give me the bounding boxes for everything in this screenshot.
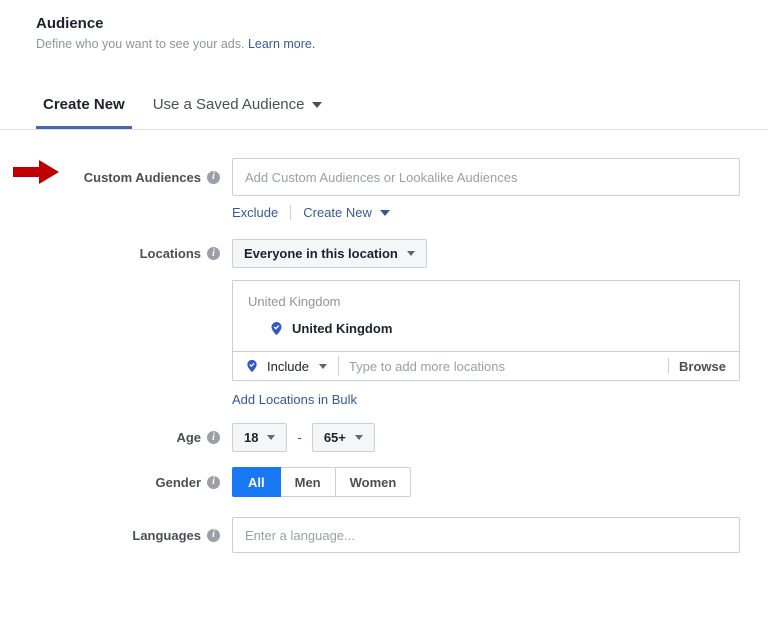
- age-min-dropdown[interactable]: 18: [232, 423, 287, 452]
- info-icon[interactable]: [207, 431, 220, 444]
- tab-use-saved-audience[interactable]: Use a Saved Audience: [153, 96, 323, 129]
- languages-row: Languages: [0, 517, 768, 553]
- location-mode-dropdown[interactable]: Everyone in this location: [232, 239, 427, 268]
- custom-audiences-label: Custom Audiences: [84, 170, 201, 185]
- map-pin-icon: [269, 321, 284, 336]
- locations-box: United Kingdom United Kingdom Include Br…: [232, 280, 740, 381]
- link-divider: [290, 205, 291, 220]
- locations-row: Locations Everyone in this location: [0, 239, 768, 268]
- include-dropdown-label[interactable]: Include: [267, 359, 309, 374]
- age-max-value: 65+: [324, 430, 346, 445]
- languages-label: Languages: [132, 528, 201, 543]
- audience-section: Audience Define who you want to see your…: [0, 0, 768, 618]
- gender-segmented-control: All Men Women: [232, 467, 411, 497]
- chevron-down-icon: [312, 102, 322, 108]
- subtitle-text: Define who you want to see your ads.: [36, 37, 244, 51]
- browse-button[interactable]: Browse: [679, 359, 729, 374]
- info-icon[interactable]: [207, 529, 220, 542]
- page-subtitle: Define who you want to see your ads. Lea…: [36, 37, 768, 51]
- age-row: Age 18 - 65+: [0, 423, 768, 452]
- age-range-separator: -: [297, 430, 301, 445]
- page-title: Audience: [36, 15, 768, 32]
- section-header: Audience Define who you want to see your…: [0, 0, 768, 51]
- info-icon[interactable]: [207, 171, 220, 184]
- age-label: Age: [176, 430, 201, 445]
- languages-label-cell: Languages: [0, 528, 232, 543]
- selected-location-item[interactable]: United Kingdom: [248, 321, 724, 336]
- tab-create-new[interactable]: Create New: [36, 96, 132, 129]
- tab-use-saved-label: Use a Saved Audience: [153, 96, 305, 113]
- selected-locations-area: United Kingdom United Kingdom: [233, 281, 739, 351]
- custom-audiences-links: Exclude Create New: [232, 205, 768, 220]
- location-include-row: Include Browse: [233, 351, 739, 380]
- create-new-link[interactable]: Create New: [303, 205, 372, 220]
- gender-option-men[interactable]: Men: [280, 467, 336, 497]
- custom-audiences-row: Custom Audiences: [0, 158, 768, 196]
- chevron-down-icon: [380, 210, 390, 216]
- chevron-down-icon: [355, 435, 363, 440]
- red-arrow-icon: [13, 160, 59, 184]
- region-header: United Kingdom: [248, 294, 724, 309]
- chevron-down-icon: [267, 435, 275, 440]
- bulk-locations-row: Add Locations in Bulk: [232, 392, 768, 407]
- info-icon[interactable]: [207, 247, 220, 260]
- languages-input[interactable]: [232, 517, 740, 553]
- audience-tabs: Create New Use a Saved Audience: [36, 96, 768, 129]
- gender-label-cell: Gender: [0, 475, 232, 490]
- add-location-input[interactable]: [339, 353, 668, 379]
- exclude-link[interactable]: Exclude: [232, 205, 278, 220]
- gender-row: Gender All Men Women: [0, 467, 768, 497]
- gender-label: Gender: [155, 475, 201, 490]
- age-min-value: 18: [244, 430, 258, 445]
- gender-option-women[interactable]: Women: [335, 467, 412, 497]
- map-pin-icon: [245, 359, 259, 373]
- tabs-divider: [0, 129, 768, 130]
- age-label-cell: Age: [0, 430, 232, 445]
- chevron-down-icon[interactable]: [319, 364, 327, 369]
- selected-location-name: United Kingdom: [292, 321, 392, 336]
- custom-audiences-input[interactable]: [232, 158, 740, 196]
- add-locations-in-bulk-link[interactable]: Add Locations in Bulk: [232, 392, 357, 407]
- locations-label-cell: Locations: [0, 246, 232, 261]
- chevron-down-icon: [407, 251, 415, 256]
- learn-more-link[interactable]: Learn more.: [248, 37, 315, 51]
- divider: [668, 358, 669, 374]
- gender-option-all[interactable]: All: [232, 467, 281, 497]
- location-mode-value: Everyone in this location: [244, 246, 398, 261]
- age-max-dropdown[interactable]: 65+: [312, 423, 375, 452]
- locations-label: Locations: [140, 246, 201, 261]
- info-icon[interactable]: [207, 476, 220, 489]
